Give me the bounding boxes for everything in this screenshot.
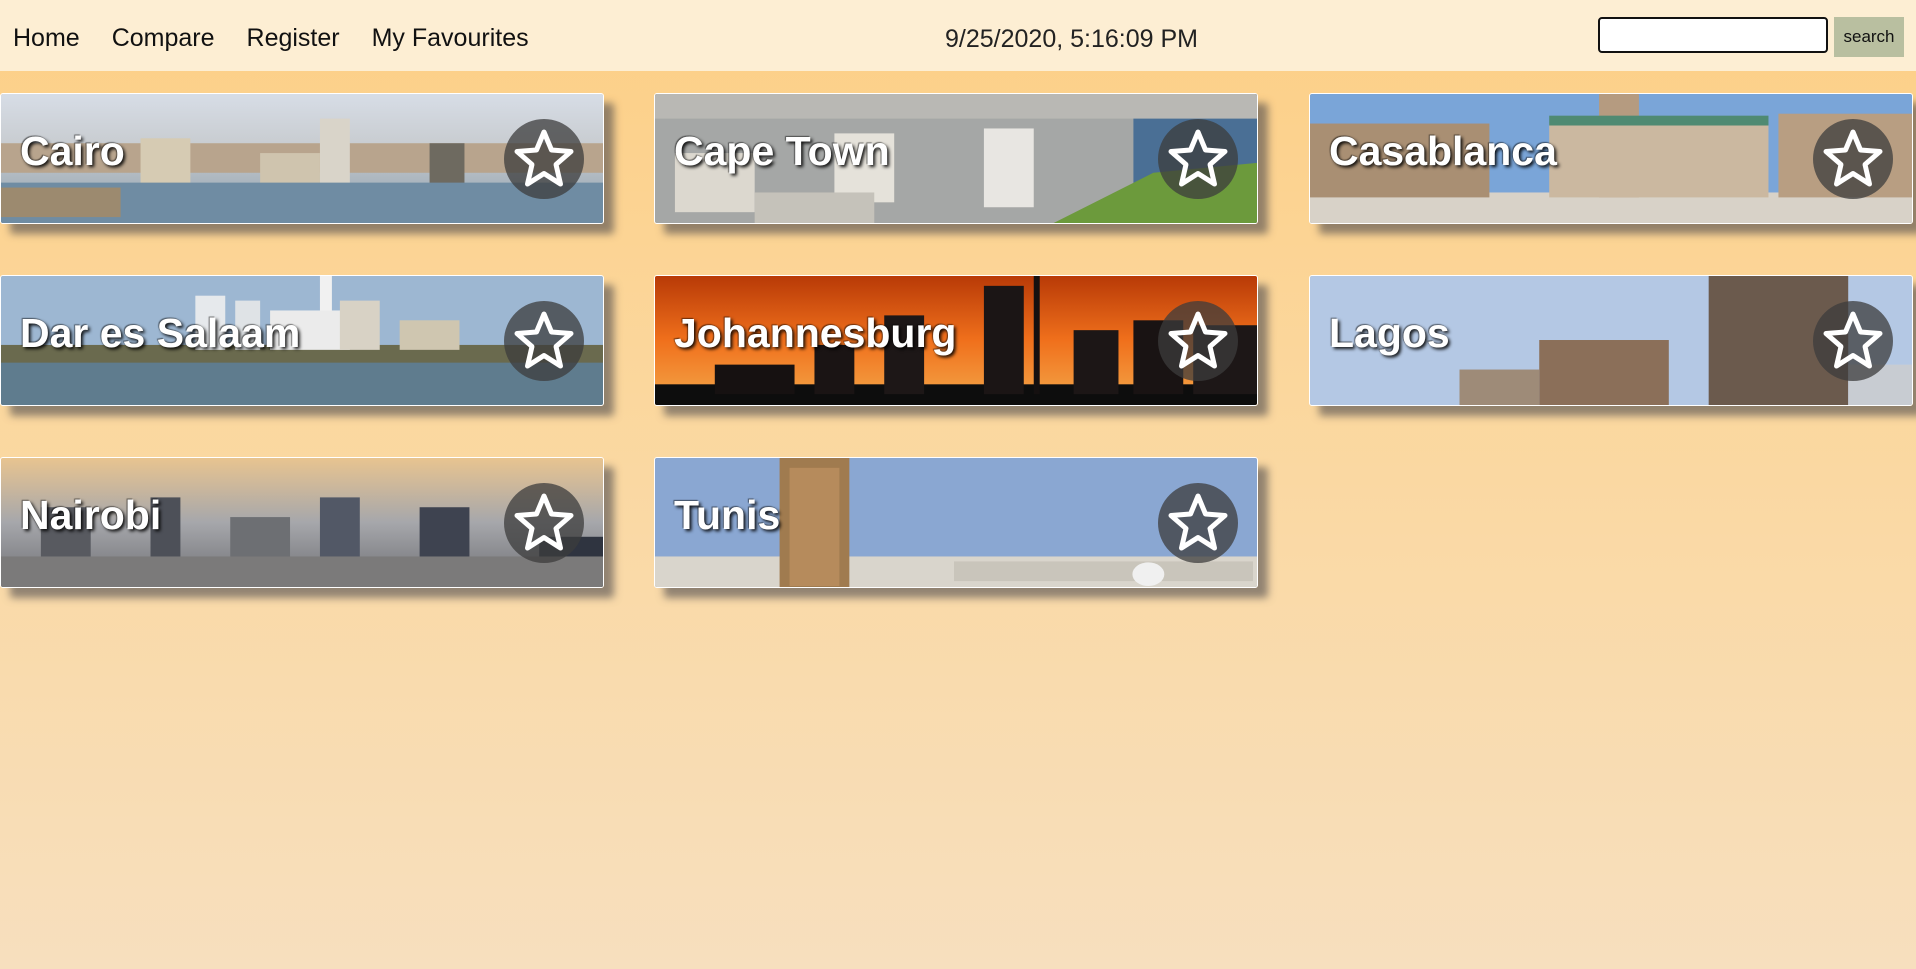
favourite-button[interactable]	[1158, 301, 1238, 381]
city-name: Lagos	[1329, 310, 1450, 356]
nav-compare-link[interactable]: Compare	[112, 24, 215, 53]
search-button[interactable]: search	[1834, 17, 1904, 57]
city-card-dar-es-salaam[interactable]: Dar es Salaam	[0, 275, 604, 406]
favourite-button[interactable]	[1158, 483, 1238, 563]
star-outline-icon	[1168, 493, 1228, 551]
favourite-button[interactable]	[504, 119, 584, 199]
favourite-button[interactable]	[1158, 119, 1238, 199]
star-outline-icon	[514, 129, 574, 187]
city-name: Casablanca	[1329, 128, 1557, 174]
city-name: Cape Town	[674, 128, 890, 174]
star-outline-icon	[514, 311, 574, 369]
star-outline-icon	[1823, 129, 1883, 187]
nav-home-link[interactable]: Home	[13, 24, 80, 53]
city-card-lagos[interactable]: Lagos	[1309, 275, 1913, 406]
city-name: Johannesburg	[674, 310, 957, 356]
nav-favourites-link[interactable]: My Favourites	[372, 24, 529, 53]
star-outline-icon	[1168, 311, 1228, 369]
star-outline-icon	[1168, 129, 1228, 187]
top-bar: Home Compare Register My Favourites 9/25…	[0, 0, 1916, 71]
city-name: Dar es Salaam	[20, 310, 301, 356]
city-card-johannesburg[interactable]: Johannesburg	[654, 275, 1258, 406]
star-outline-icon	[1823, 311, 1883, 369]
city-card-casablanca[interactable]: Casablanca	[1309, 93, 1913, 224]
city-name: Cairo	[20, 128, 125, 174]
favourite-button[interactable]	[1813, 301, 1893, 381]
search-input[interactable]	[1598, 17, 1828, 53]
city-name: Nairobi	[20, 492, 162, 538]
favourite-button[interactable]	[504, 301, 584, 381]
star-outline-icon	[514, 493, 574, 551]
favourite-button[interactable]	[1813, 119, 1893, 199]
city-card-cairo[interactable]: Cairo	[0, 93, 604, 224]
city-card-nairobi[interactable]: Nairobi	[0, 457, 604, 588]
city-card-tunis[interactable]: Tunis	[654, 457, 1258, 588]
city-card-cape-town[interactable]: Cape Town	[654, 93, 1258, 224]
main-nav: Home Compare Register My Favourites	[13, 24, 529, 53]
clock-display: 9/25/2020, 5:16:09 PM	[945, 25, 1198, 53]
city-name: Tunis	[674, 492, 781, 538]
favourite-button[interactable]	[504, 483, 584, 563]
nav-register-link[interactable]: Register	[247, 24, 340, 53]
